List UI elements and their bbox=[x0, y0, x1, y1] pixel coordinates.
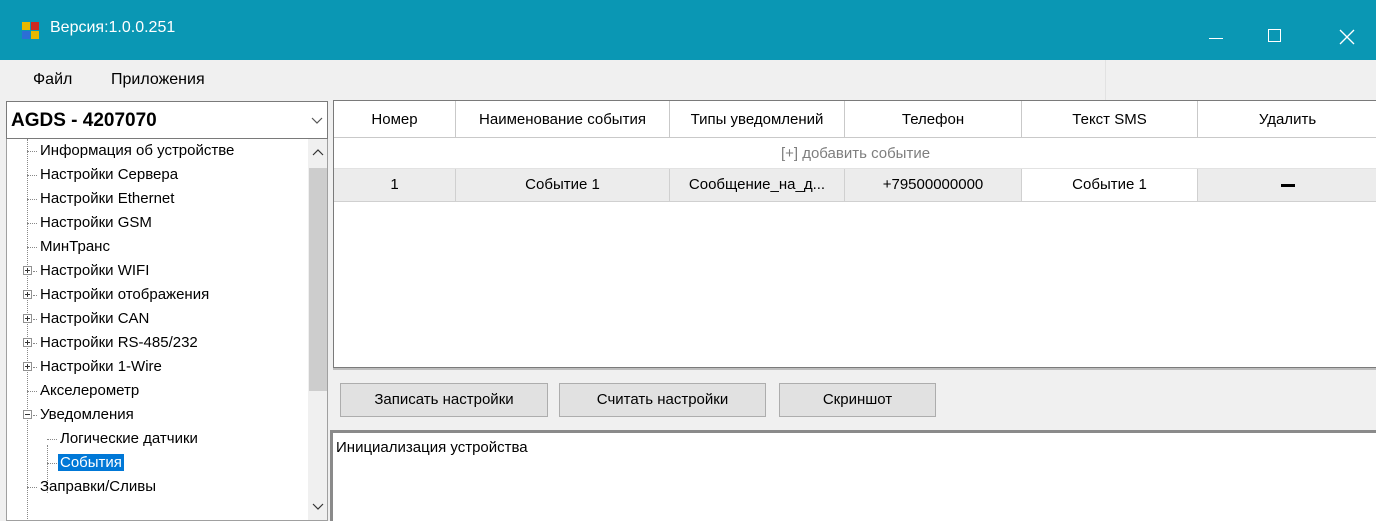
title-bar: Версия:1.0.0.251 bbox=[0, 0, 1376, 60]
action-toolbar: Записать настройки Считать настройки Скр… bbox=[333, 368, 1376, 430]
cell-notification-types[interactable]: Сообщение_на_д... bbox=[670, 169, 845, 201]
log-textarea[interactable]: Инициализация устройства bbox=[330, 430, 1376, 521]
settings-tree[interactable]: Информация об устройстве Настройки Серве… bbox=[6, 139, 328, 521]
tree-item-ethernet[interactable]: Настройки Ethernet bbox=[7, 187, 307, 211]
column-header[interactable]: Удалить bbox=[1198, 101, 1376, 138]
expand-icon[interactable] bbox=[23, 290, 32, 299]
grid-header: Номер Наименование события Типы уведомле… bbox=[334, 101, 1376, 138]
tree-item-display[interactable]: Настройки отображения bbox=[7, 283, 307, 307]
column-header[interactable]: Текст SMS bbox=[1022, 101, 1198, 138]
tree-item-label: Заправки/Сливы bbox=[40, 478, 157, 495]
maximize-icon bbox=[1268, 29, 1281, 42]
tree-item-notifications[interactable]: Уведомления bbox=[7, 403, 307, 427]
events-grid: Номер Наименование события Типы уведомле… bbox=[333, 100, 1376, 368]
tree-item-label: Настройки отображения bbox=[40, 286, 210, 303]
close-button[interactable] bbox=[1318, 0, 1376, 60]
cell-event-name[interactable]: Событие 1 bbox=[456, 169, 670, 201]
log-text: Инициализация устройства bbox=[336, 439, 528, 456]
chevron-down-icon bbox=[311, 117, 323, 124]
delete-row-button[interactable] bbox=[1198, 169, 1376, 201]
tree-item-label: Настройки GSM bbox=[40, 214, 152, 231]
menu-apps[interactable]: Приложения bbox=[111, 71, 205, 89]
column-header[interactable]: Телефон bbox=[845, 101, 1022, 138]
tree-item-label: Настройки 1-Wire bbox=[40, 358, 162, 375]
tree-item-label: Настройки RS-485/232 bbox=[40, 334, 198, 351]
minimize-button[interactable] bbox=[1187, 0, 1245, 60]
tree-item-mintrans[interactable]: МинТранс bbox=[7, 235, 307, 259]
left-pane: AGDS - 4207070 Информация об устройстве … bbox=[0, 98, 328, 521]
tree-item-server[interactable]: Настройки Сервера bbox=[7, 163, 307, 187]
tree-item-label: МинТранс bbox=[40, 238, 110, 255]
tree-item-label: Настройки CAN bbox=[40, 310, 150, 327]
scrollbar-thumb[interactable] bbox=[309, 168, 327, 391]
maximize-button[interactable] bbox=[1245, 0, 1303, 60]
tree-item-label: Акселерометр bbox=[40, 382, 140, 399]
close-icon bbox=[1339, 29, 1355, 45]
tree-item-accelerometer[interactable]: Акселерометр bbox=[7, 379, 307, 403]
column-header[interactable]: Типы уведомлений bbox=[670, 101, 845, 138]
tree-item-gsm[interactable]: Настройки GSM bbox=[7, 211, 307, 235]
device-combobox[interactable]: AGDS - 4207070 bbox=[6, 101, 328, 139]
menu-strip bbox=[1105, 60, 1376, 100]
menu-file[interactable]: Файл bbox=[33, 71, 72, 89]
tree-item-1wire[interactable]: Настройки 1-Wire bbox=[7, 355, 307, 379]
expand-icon[interactable] bbox=[23, 266, 32, 275]
chevron-down-icon[interactable] bbox=[312, 500, 324, 512]
table-row[interactable]: 1 Событие 1 Сообщение_на_д... +795000000… bbox=[334, 169, 1376, 202]
app-icon bbox=[22, 22, 40, 40]
tree-item-label: Логические датчики bbox=[60, 430, 198, 447]
screenshot-button[interactable]: Скриншот bbox=[779, 383, 936, 417]
tree-item-label: Информация об устройстве bbox=[40, 142, 235, 159]
minimize-icon bbox=[1209, 38, 1223, 39]
expand-icon[interactable] bbox=[23, 362, 32, 371]
tree-item-label: События bbox=[58, 454, 124, 471]
tree-item-wifi[interactable]: Настройки WIFI bbox=[7, 259, 307, 283]
cell-number[interactable]: 1 bbox=[334, 169, 456, 201]
cell-phone[interactable]: +79500000000 bbox=[845, 169, 1022, 201]
tree-scrollbar[interactable] bbox=[308, 139, 327, 520]
write-settings-button[interactable]: Записать настройки bbox=[340, 383, 548, 417]
column-header[interactable]: Номер bbox=[334, 101, 456, 138]
device-combobox-value: AGDS - 4207070 bbox=[11, 110, 157, 131]
column-header[interactable]: Наименование события bbox=[456, 101, 670, 138]
expand-icon[interactable] bbox=[23, 314, 32, 323]
tree-item-label: Настройки Ethernet bbox=[40, 190, 175, 207]
tree-item-logical-sensors[interactable]: Логические датчики bbox=[7, 427, 307, 451]
tree-item-rs485[interactable]: Настройки RS-485/232 bbox=[7, 331, 307, 355]
collapse-icon[interactable] bbox=[23, 410, 32, 419]
expand-icon[interactable] bbox=[23, 338, 32, 347]
chevron-up-icon[interactable] bbox=[312, 147, 324, 159]
tree-item-label: Настройки WIFI bbox=[40, 262, 150, 279]
tree-item-device-info[interactable]: Информация об устройстве bbox=[7, 139, 307, 163]
tree-item-events[interactable]: События bbox=[7, 451, 307, 475]
add-event-row[interactable]: [+] добавить событие bbox=[334, 138, 1376, 169]
read-settings-button[interactable]: Считать настройки bbox=[559, 383, 766, 417]
tree-item-label: Настройки Сервера bbox=[40, 166, 179, 183]
cell-sms-text[interactable]: Событие 1 bbox=[1022, 169, 1198, 201]
tree-item-refuels[interactable]: Заправки/Сливы bbox=[7, 475, 307, 499]
tree-item-can[interactable]: Настройки CAN bbox=[7, 307, 307, 331]
minus-icon bbox=[1280, 183, 1295, 187]
tree-item-label: Уведомления bbox=[40, 406, 134, 423]
window-title: Версия:1.0.0.251 bbox=[50, 19, 176, 36]
